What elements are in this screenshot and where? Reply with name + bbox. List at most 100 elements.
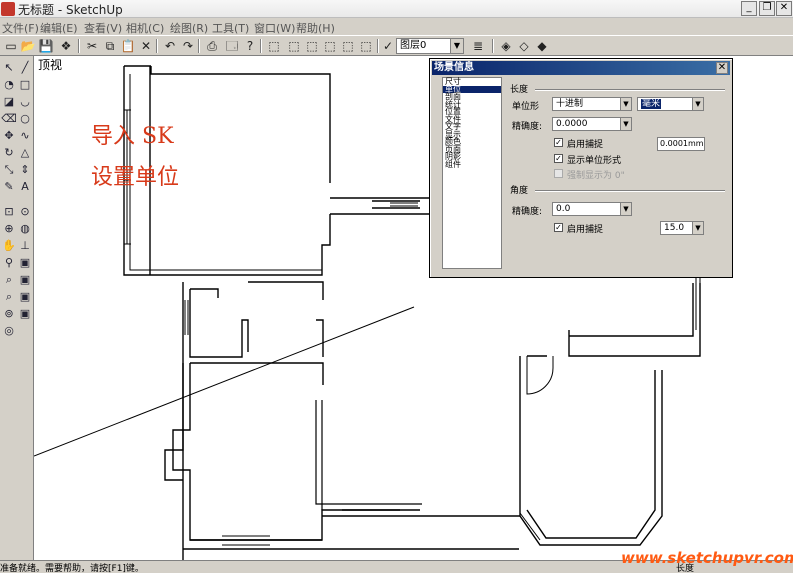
toolbar-separator — [260, 39, 262, 53]
length-precision-select[interactable]: 0.0000 ▼ — [552, 117, 632, 131]
force-display-checkbox — [554, 169, 563, 178]
cut-icon[interactable]: ✂ — [84, 38, 100, 54]
layer-manager-icon[interactable]: ≣ — [470, 38, 486, 54]
layer-visible-check-icon[interactable]: ✓ — [380, 38, 396, 54]
iso-view-icon[interactable]: ⬚ — [266, 38, 282, 54]
category-item-components[interactable]: 组件 — [443, 160, 501, 169]
pan-icon[interactable]: ✋ — [1, 238, 17, 254]
display-section-plane-icon[interactable]: ◇ — [516, 38, 532, 54]
dialog-title-bar[interactable]: 场景信息 ✕ — [432, 61, 730, 75]
save-icon[interactable]: 💾 — [38, 38, 54, 54]
rotate-icon[interactable]: ↻ — [1, 145, 17, 161]
close-button[interactable]: ✕ — [776, 1, 792, 16]
right-view-icon[interactable]: ⬚ — [322, 38, 338, 54]
category-list[interactable]: 尺寸 单位 剖面 统计 位置 文件 文字 显示 颜色 页面 阴影 组件 — [442, 77, 502, 269]
circle-icon[interactable]: ○ — [17, 111, 33, 127]
menu-edit[interactable]: 编辑(E) — [40, 20, 78, 36]
menu-camera[interactable]: 相机(C) — [126, 20, 164, 36]
menu-window[interactable]: 窗口(W) — [254, 20, 295, 36]
display-units-checkbox[interactable]: ✓ — [554, 154, 563, 163]
unit-format-label: 单位形 — [512, 102, 540, 112]
follow-me-icon[interactable]: ⊙ — [17, 204, 33, 220]
dialog-close-button[interactable]: ✕ — [716, 62, 728, 74]
angle-snap-select[interactable]: 15.0 ▼ — [660, 221, 704, 235]
left-toolbar: ↖ ╱ ◔ □ ◪ ◡ ⌫ ○ ✥ ∿ ↻ △ ⤡ ⇕ ✎ A ⊡ ⊙ ⊕ ◍ … — [0, 56, 34, 560]
zoom-extents-icon[interactable]: ⊚ — [1, 306, 17, 322]
menu-help[interactable]: 帮助(H) — [296, 20, 335, 36]
left-view-icon[interactable]: ⬚ — [358, 38, 374, 54]
section-plane-icon[interactable]: ◈ — [498, 38, 514, 54]
restore-button[interactable]: ❐ — [759, 1, 775, 16]
paint-bucket-icon[interactable]: ◔ — [1, 77, 17, 93]
eraser-icon[interactable]: ⌫ — [1, 111, 17, 127]
unit-select[interactable]: 毫米 ▼ — [637, 97, 704, 111]
orbit-icon[interactable]: ⊕ — [1, 221, 17, 237]
model-info-icon[interactable]: 🗔 — [224, 38, 240, 54]
angle-precision-value: 0.0 — [556, 204, 571, 214]
angle-precision-select[interactable]: 0.0 ▼ — [552, 202, 632, 216]
chevron-down-icon: ▼ — [692, 222, 703, 234]
length-snap-input[interactable]: 0.0001mm — [657, 137, 705, 151]
display-section-cut-icon[interactable]: ◆ — [534, 38, 550, 54]
menu-draw[interactable]: 绘图(R) — [170, 20, 208, 36]
move-icon[interactable]: ✥ — [1, 128, 17, 144]
context-help-icon[interactable]: ? — [242, 38, 258, 54]
unit-format-select[interactable]: 十进制 ▼ — [552, 97, 632, 111]
menu-tools[interactable]: 工具(T) — [212, 20, 249, 36]
wall-corridor — [330, 197, 440, 215]
box-view-icon[interactable]: ▣ — [17, 306, 33, 322]
zoom-icon[interactable]: ⌕ — [1, 272, 17, 288]
front-view-icon[interactable]: ⬚ — [304, 38, 320, 54]
length-snap-checkbox[interactable]: ✓ — [554, 138, 563, 147]
paste-icon[interactable]: 📋 — [120, 38, 136, 54]
tape-measure-icon[interactable]: ✎ — [1, 179, 17, 195]
menu-view[interactable]: 查看(V) — [84, 20, 122, 36]
rectangle-icon[interactable]: □ — [17, 77, 33, 93]
menu-file[interactable]: 文件(F) — [2, 20, 39, 36]
section-divider — [535, 190, 725, 192]
polygon-icon[interactable]: △ — [17, 145, 33, 161]
sketchup-app-icon — [1, 2, 15, 16]
undo-icon[interactable]: ↶ — [162, 38, 178, 54]
make-component-icon[interactable]: ❖ — [58, 38, 74, 54]
select-icon[interactable]: ↖ — [1, 60, 17, 76]
back-view-icon[interactable]: ⬚ — [340, 38, 356, 54]
redo-icon[interactable]: ↷ — [180, 38, 196, 54]
main-toolbar: ▭ 📂 💾 ❖ ✂ ⧉ 📋 ✕ ↶ ↷ ⎙ 🗔 ? ⬚ ⬚ ⬚ ⬚ ⬚ ⬚ ✓ … — [0, 35, 793, 56]
zoom-window-icon[interactable]: ⌕ — [1, 289, 17, 305]
line-icon[interactable]: ╱ — [17, 60, 33, 76]
previous-view-icon[interactable]: ◎ — [1, 323, 17, 339]
box-view-icon[interactable]: ▣ — [17, 255, 33, 271]
toolbar-separator — [156, 39, 158, 53]
title-bar: 无标题 - SketchUp _ ❐ ✕ — [0, 0, 793, 18]
new-file-icon[interactable]: ▭ — [3, 38, 19, 54]
walk-icon[interactable]: ⚲ — [1, 255, 17, 271]
layer-select[interactable]: 图层0 ▼ — [396, 38, 464, 54]
erase-icon[interactable]: ✕ — [138, 38, 154, 54]
text-icon[interactable]: A — [17, 179, 33, 195]
axes-icon[interactable]: ⊥ — [17, 238, 33, 254]
arc-icon[interactable]: ◡ — [17, 94, 33, 110]
toolbar-separator — [492, 39, 494, 53]
scale-icon[interactable]: ⤡ — [1, 162, 17, 178]
print-icon[interactable]: ⎙ — [204, 38, 220, 54]
component-icon[interactable]: ◪ — [1, 94, 17, 110]
watermark-text: www.sketchupvr.com — [621, 549, 793, 567]
top-view-icon[interactable]: ⬚ — [286, 38, 302, 54]
angle-snap-checkbox[interactable]: ✓ — [554, 223, 563, 232]
overlay-text-import: 导入 SK — [91, 124, 174, 149]
layer-select-value: 图层0 — [400, 40, 427, 51]
push-pull-icon[interactable]: ⇕ — [17, 162, 33, 178]
section-divider — [535, 89, 725, 91]
box-view-icon[interactable]: ▣ — [17, 272, 33, 288]
window-title: 无标题 - SketchUp — [18, 3, 123, 17]
open-folder-icon[interactable]: 📂 — [20, 38, 36, 54]
angle-snap-label: 启用捕捉 — [567, 225, 604, 235]
chevron-down-icon: ▼ — [620, 203, 631, 215]
offset-icon[interactable]: ⊡ — [1, 204, 17, 220]
minimize-button[interactable]: _ — [741, 1, 757, 16]
box-view-icon[interactable]: ▣ — [17, 289, 33, 305]
freehand-icon[interactable]: ∿ — [17, 128, 33, 144]
section-icon[interactable]: ◍ — [17, 221, 33, 237]
copy-icon[interactable]: ⧉ — [102, 38, 118, 54]
